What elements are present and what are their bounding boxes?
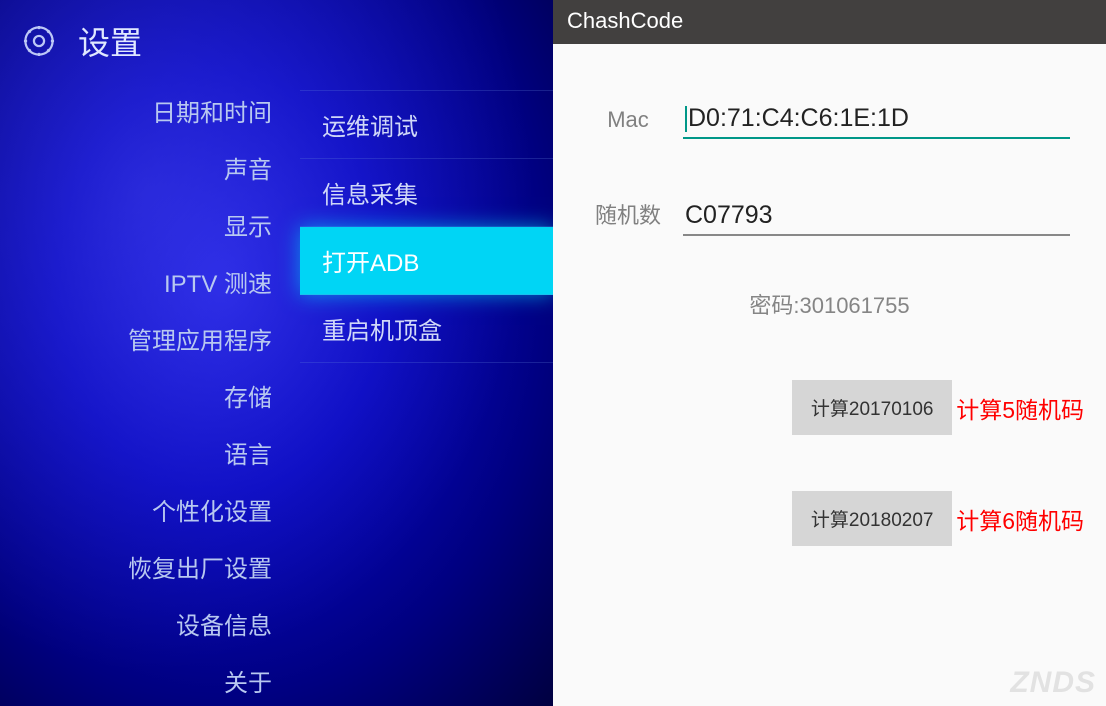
mac-input[interactable]: D0:71:C4:C6:1E:1D [683, 100, 1070, 139]
chashcode-app-panel: ChashCode Mac D0:71:C4:C6:1E:1D 随机数 C077… [553, 0, 1106, 706]
tv-right-menu: 运维调试 信息采集 打开ADB 重启机顶盒 [300, 82, 553, 706]
menu-iptv-speed[interactable]: IPTV 测速 [0, 253, 272, 310]
menu-manage-apps[interactable]: 管理应用程序 [0, 310, 272, 367]
menu-datetime[interactable]: 日期和时间 [0, 82, 272, 139]
menu-about[interactable]: 关于 [0, 652, 272, 706]
mac-value: D0:71:C4:C6:1E:1D [688, 104, 909, 132]
rand-value: C07793 [685, 201, 773, 229]
gear-icon [20, 22, 58, 60]
app-title: ChashCode [567, 8, 683, 33]
rand-input[interactable]: C07793 [683, 197, 1070, 236]
mac-label: Mac [573, 107, 683, 139]
submenu-ops-debug[interactable]: 运维调试 [300, 90, 553, 159]
submenu-reboot-stb[interactable]: 重启机顶盒 [300, 295, 553, 363]
rand-label: 随机数 [573, 198, 683, 236]
menu-display[interactable]: 显示 [0, 196, 272, 253]
form-area: Mac D0:71:C4:C6:1E:1D 随机数 C07793 密码:3010… [553, 44, 1106, 546]
tv-settings-panel: 设置 日期和时间 声音 显示 IPTV 测速 管理应用程序 存储 语言 个性化设… [0, 0, 553, 706]
tv-left-menu: 日期和时间 声音 显示 IPTV 测速 管理应用程序 存储 语言 个性化设置 恢… [0, 82, 300, 706]
menu-device-info[interactable]: 设备信息 [0, 595, 272, 652]
watermark-text: ZNDS [1010, 666, 1096, 700]
submenu-info-collect[interactable]: 信息采集 [300, 159, 553, 227]
mac-row: Mac D0:71:C4:C6:1E:1D [573, 100, 1086, 139]
tv-title: 设置 [78, 18, 142, 64]
submenu-open-adb[interactable]: 打开ADB [300, 227, 553, 295]
calc-20170106-button[interactable]: 计算20170106 [792, 380, 952, 435]
menu-sound[interactable]: 声音 [0, 139, 272, 196]
menu-storage[interactable]: 存储 [0, 367, 272, 424]
btn-row-2: 计算20180207 计算6随机码 [573, 491, 1086, 546]
menu-personalization[interactable]: 个性化设置 [0, 481, 272, 538]
calc5-annotation: 计算5随机码 [956, 391, 1084, 425]
rand-row: 随机数 C07793 [573, 197, 1086, 236]
tv-header: 设置 [0, 0, 553, 82]
calc-20180207-button[interactable]: 计算20180207 [792, 491, 952, 546]
app-bar: ChashCode [553, 0, 1106, 44]
text-cursor [685, 106, 687, 132]
menu-factory-reset[interactable]: 恢复出厂设置 [0, 538, 272, 595]
menu-language[interactable]: 语言 [0, 424, 272, 481]
tv-columns: 日期和时间 声音 显示 IPTV 测速 管理应用程序 存储 语言 个性化设置 恢… [0, 82, 553, 706]
password-text: 密码:301061755 [573, 288, 1086, 320]
calc6-annotation: 计算6随机码 [956, 502, 1084, 536]
btn-row-1: 计算20170106 计算5随机码 [573, 380, 1086, 435]
